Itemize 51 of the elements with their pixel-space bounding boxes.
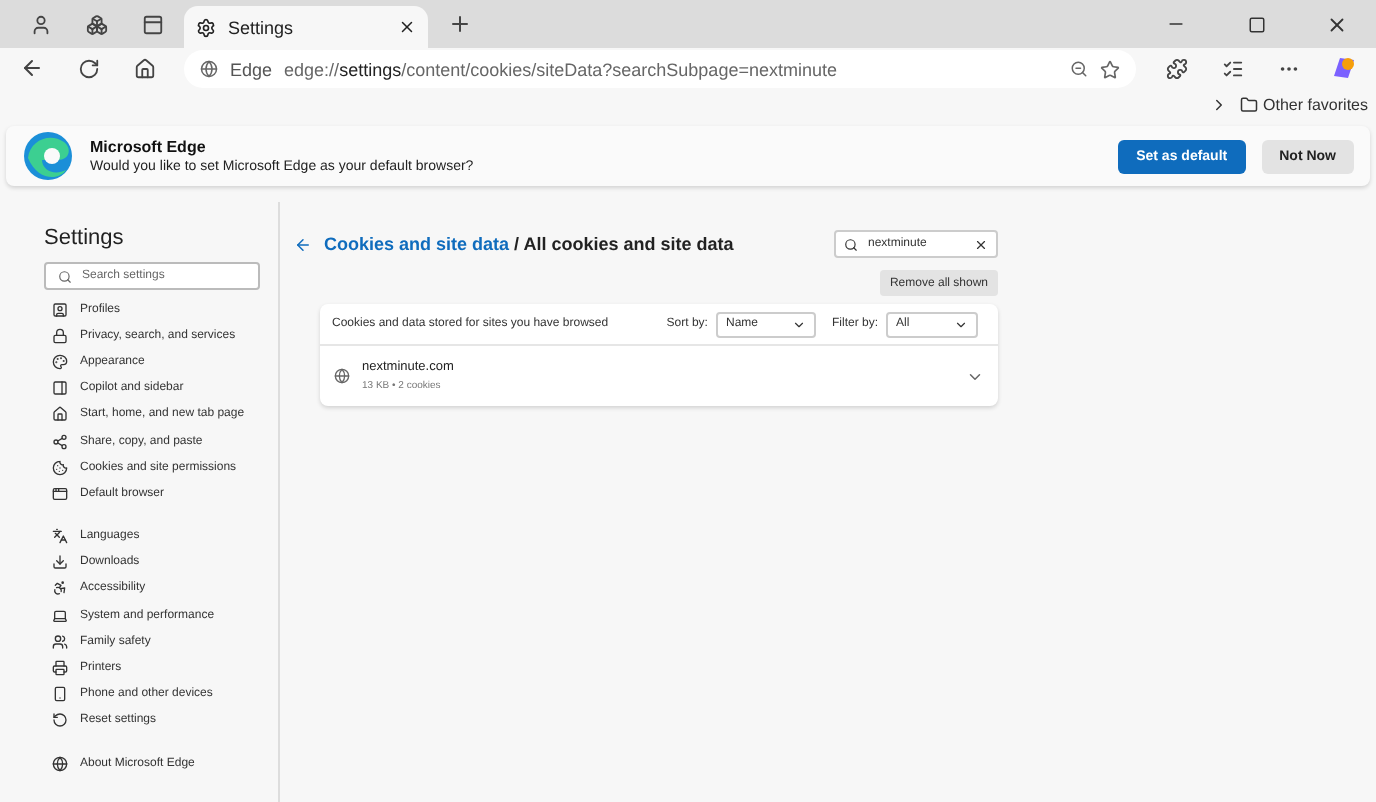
phone-icon [52,686,68,703]
accessibility-icon [52,580,68,597]
home-icon [52,406,68,423]
share-icon [52,433,68,450]
close-icon[interactable] [398,18,416,36]
back-icon [20,56,44,80]
cubes-icon [85,13,107,35]
site-label: Edge [230,59,273,79]
window-icon [141,13,163,35]
folder-icon [1239,95,1258,113]
browser-tab[interactable]: Settings [184,6,428,48]
globe-icon [52,755,68,772]
refresh-icon [77,57,99,79]
back-arrow-icon[interactable] [294,235,312,253]
people-icon [52,633,68,650]
star-icon[interactable] [1100,59,1120,79]
url-text: edge://settings/content/cookies/siteData?searchSubpage=nextminute [284,59,839,79]
banner-title: Microsoft Edge [90,138,208,156]
search-icon [58,269,72,283]
zoom-out-icon[interactable] [1070,60,1088,78]
clear-icon[interactable] [974,237,988,251]
copilot-icon [1330,54,1358,82]
list-icon [1221,57,1243,79]
download-icon [52,554,68,571]
page-title: Cookies and site data / All cookies and site data [324,234,736,254]
breadcrumb-link[interactable]: Cookies and site data [324,234,510,254]
gear-icon [196,17,216,37]
profile-icon [52,301,68,318]
home-icon [133,57,155,79]
reset-icon [52,712,68,729]
chevron-icon [791,317,806,331]
languages-icon [52,528,68,545]
plus-icon [448,12,472,36]
laptop-icon [52,607,68,624]
favorites-folder[interactable]: Other favorites [1239,95,1368,113]
globe-icon [200,60,218,78]
maximize-icon [1247,15,1265,33]
lock-icon [52,327,68,344]
printer-icon [52,660,68,677]
search-icon [844,237,858,251]
chevron-icon [954,317,968,331]
palette-icon [52,353,68,370]
globe-icon [334,368,350,384]
sidebar-icon [52,380,68,397]
cookie-icon [52,459,68,476]
sidebar-title: Settings [44,226,126,250]
browser-icon [52,485,68,502]
puzzle-icon [1165,57,1187,79]
person-icon [29,13,51,35]
address-bar[interactable]: Edge edge://settings/content/cookies/siteData?searchSubpage=nextminute [184,50,1136,88]
close-icon [1325,13,1347,35]
